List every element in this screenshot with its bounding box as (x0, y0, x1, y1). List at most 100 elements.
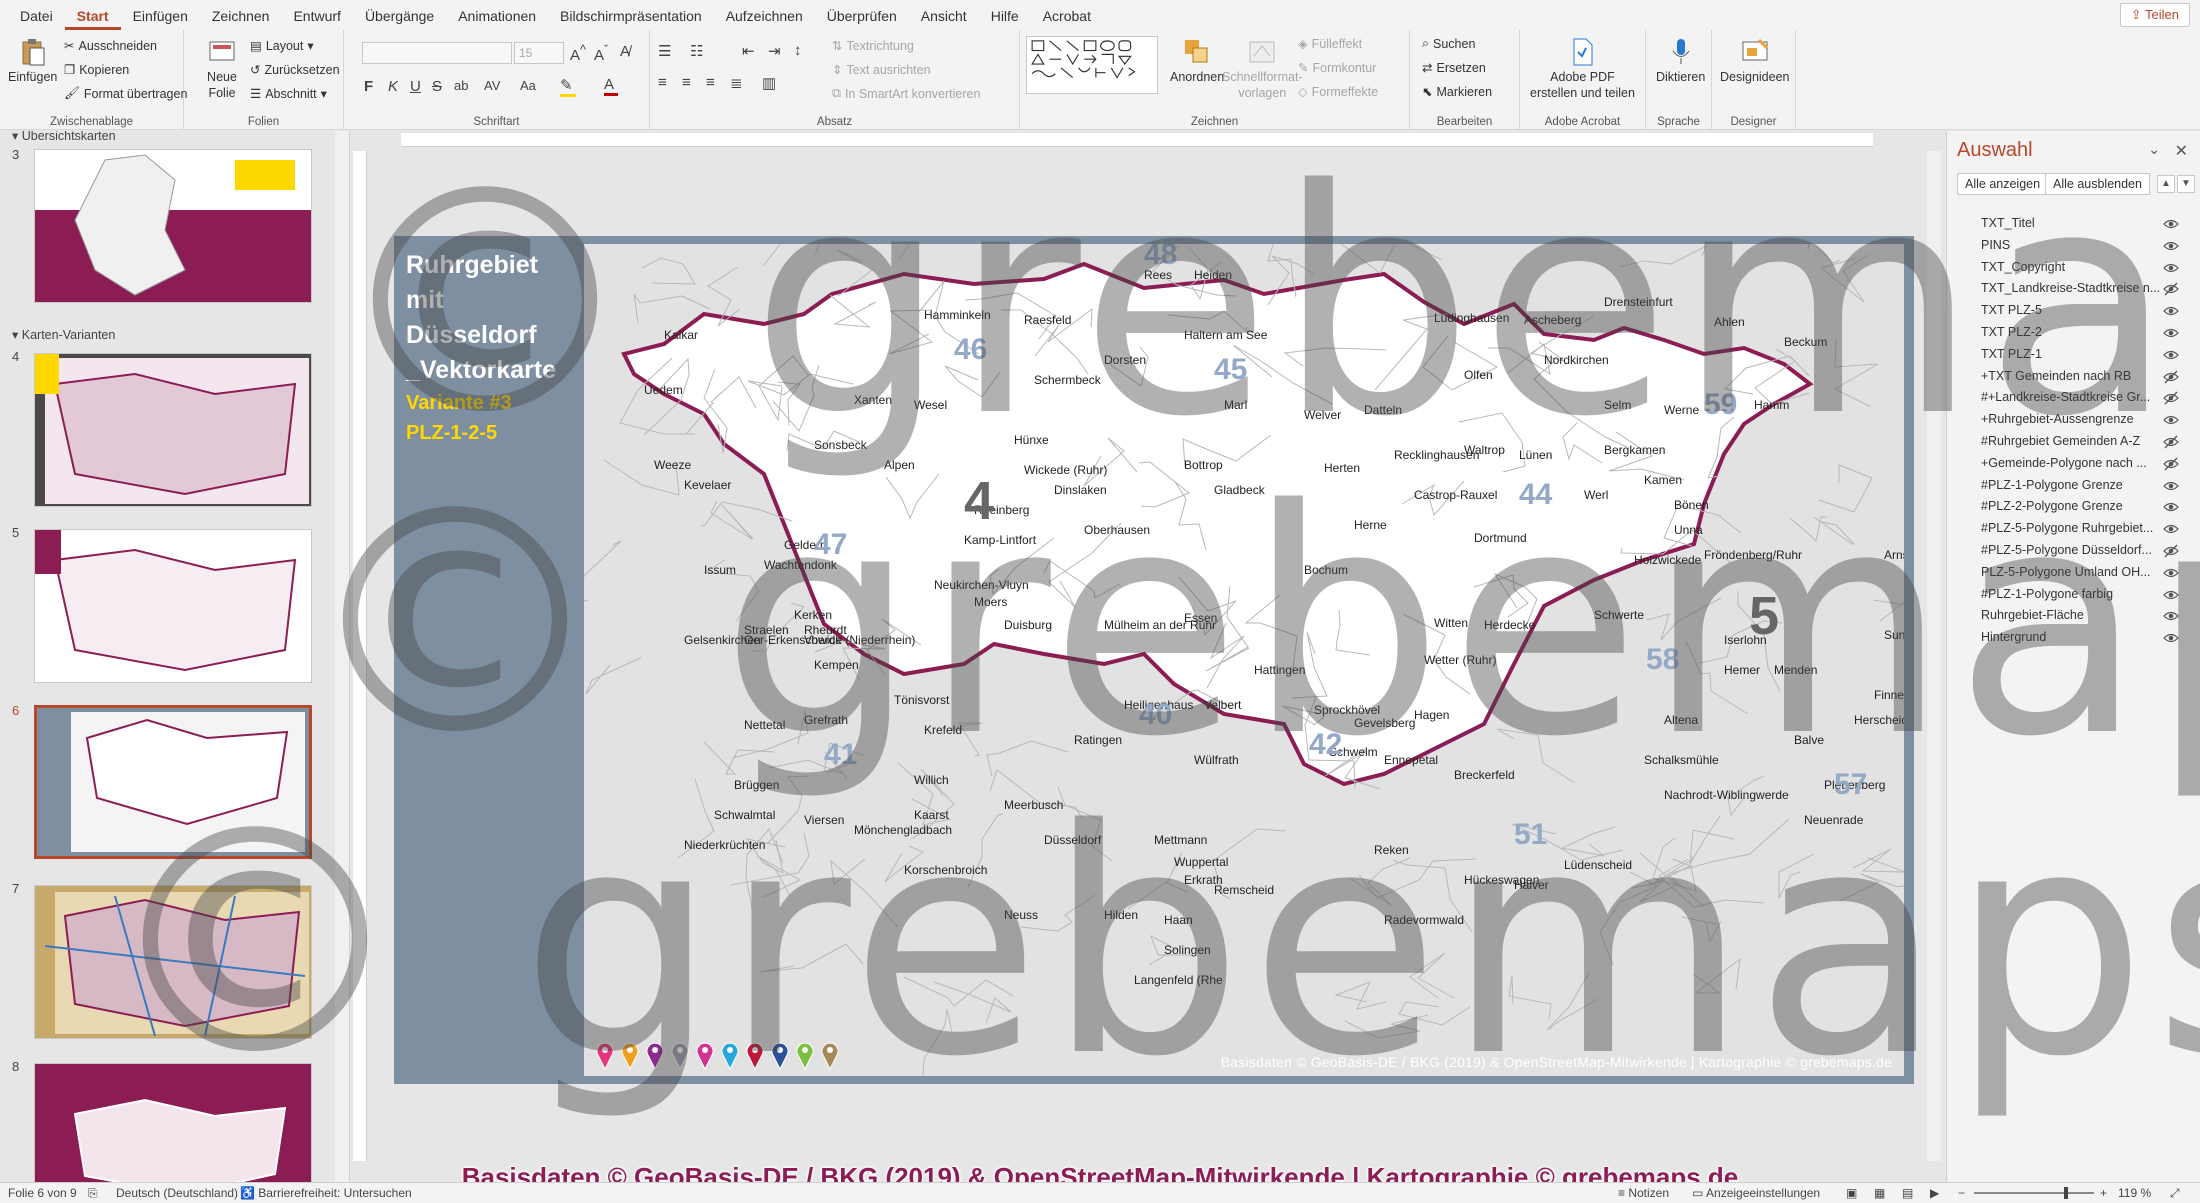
slide-thumbnail-7[interactable] (34, 885, 312, 1039)
zoom-slider[interactable] (1974, 1192, 2094, 1194)
map-pin-icon[interactable] (719, 1040, 741, 1070)
columns-icon[interactable]: ▥ (762, 74, 776, 92)
eye-icon[interactable] (2163, 479, 2179, 493)
eye-icon[interactable] (2163, 348, 2179, 362)
selection-item[interactable]: #PLZ-5-Polygone Düsseldorf... (1947, 540, 2200, 562)
shape-outline-button[interactable]: ✎ Formkontur (1298, 60, 1376, 76)
eye-icon[interactable] (2163, 588, 2179, 602)
selection-item[interactable]: TXT PLZ-5 (1947, 300, 2200, 322)
indent-increase-icon[interactable]: ⇥ (768, 42, 781, 60)
map-area[interactable]: Hamminkeln Raesfeld Dorsten Haltern am See L… (584, 244, 1904, 1076)
eye-icon[interactable] (2163, 326, 2179, 340)
eye-icon[interactable] (2163, 413, 2179, 427)
eye-hidden-icon[interactable] (2163, 282, 2179, 296)
eye-icon[interactable] (2163, 566, 2179, 580)
eye-icon[interactable] (2163, 522, 2179, 536)
text-direction-button[interactable]: ⇅ Textrichtung (832, 38, 914, 54)
share-button[interactable]: ⇪ Teilen (2119, 3, 2190, 27)
italic-button[interactable]: K (388, 78, 398, 95)
menu-tab[interactable]: Entwurf (281, 8, 352, 30)
bring-forward-icon[interactable]: ▲ (2157, 175, 2175, 193)
map-pin-icon[interactable] (669, 1040, 691, 1070)
bullets-icon[interactable]: ☰ (658, 42, 671, 60)
cut-button[interactable]: ✂ Ausschneiden (64, 38, 157, 54)
selection-item[interactable]: #PLZ-2-Polygone Grenze (1947, 496, 2200, 518)
eye-icon[interactable] (2163, 261, 2179, 275)
selection-item[interactable]: #PLZ-5-Polygone Ruhrgebiet... (1947, 518, 2200, 540)
eye-icon[interactable] (2163, 609, 2179, 623)
map-pin-icon[interactable] (769, 1040, 791, 1070)
hide-all-button[interactable]: Alle ausblenden (2045, 173, 2150, 195)
zoom-in-icon[interactable]: + (2100, 1186, 2107, 1200)
accessibility-indicator[interactable]: ♿ Barrierefreiheit: Untersuchen (240, 1186, 412, 1200)
fit-slide-icon[interactable]: ⤢ (2170, 1186, 2180, 1201)
selection-item[interactable]: PINS (1947, 235, 2200, 257)
font-color-icon[interactable]: A (604, 76, 618, 96)
pin-legend[interactable] (594, 1040, 841, 1070)
display-settings-button[interactable]: ▭ Anzeigeeinstellungen (1692, 1186, 1820, 1200)
grow-font-icon[interactable]: A^ (570, 43, 586, 64)
selection-item[interactable]: +Gemeinde-Polygone nach ... (1947, 453, 2200, 475)
line-spacing-icon[interactable]: ↕ (794, 42, 802, 59)
smartart-button[interactable]: ⧉ In SmartArt konvertieren (832, 86, 980, 101)
menu-tab[interactable]: Datei (8, 8, 65, 30)
eye-hidden-icon[interactable] (2163, 391, 2179, 405)
reset-button[interactable]: ↺ Zurücksetzen (250, 62, 340, 78)
slide-sorter-icon[interactable]: ▦ (1874, 1186, 1885, 1200)
font-family-select[interactable] (362, 42, 512, 64)
slideshow-icon[interactable]: ▶ (1930, 1186, 1939, 1200)
shadow-button[interactable]: ab (454, 78, 468, 93)
send-backward-icon[interactable]: ▼ (2177, 175, 2195, 193)
menu-tab[interactable]: Überprüfen (815, 8, 909, 30)
selection-item[interactable]: +TXT Gemeinden nach RB (1947, 366, 2200, 388)
map-pin-icon[interactable] (794, 1040, 816, 1070)
select-button[interactable]: ⬉ Markieren (1422, 84, 1492, 100)
spacing-button[interactable]: AV (484, 78, 500, 93)
underline-button[interactable]: U (410, 78, 421, 95)
clear-format-icon[interactable]: A̸ (620, 43, 630, 60)
eye-hidden-icon[interactable] (2163, 457, 2179, 471)
align-center-icon[interactable]: ≡ (682, 74, 691, 91)
align-right-icon[interactable]: ≡ (706, 74, 715, 91)
selection-item[interactable]: TXT_Titel (1947, 213, 2200, 235)
quick-styles-button[interactable]: Schnellformat- vorlagen (1222, 36, 1303, 100)
eye-hidden-icon[interactable] (2163, 370, 2179, 384)
shape-effects-button[interactable]: ◇ Formeffekte (1298, 84, 1378, 100)
eye-icon[interactable] (2163, 239, 2179, 253)
chevron-down-icon[interactable]: ⌄ (2148, 141, 2160, 158)
arrange-button[interactable]: Anordnen (1170, 36, 1224, 84)
thumbnails-scrollbar[interactable] (335, 131, 349, 1182)
show-all-button[interactable]: Alle anzeigen (1957, 173, 2049, 195)
selection-item[interactable]: Hintergrund (1947, 627, 2200, 649)
slide-canvas[interactable]: Ruhrgebiet mit Düsseldorf _Vektorkarte V… (394, 236, 1914, 1084)
selection-item[interactable]: TXT PLZ-1 (1947, 344, 2200, 366)
eye-icon[interactable] (2163, 304, 2179, 318)
selection-item[interactable]: #Ruhrgebiet Gemeinden A-Z (1947, 431, 2200, 453)
map-pin-icon[interactable] (594, 1040, 616, 1070)
selection-item[interactable]: #PLZ-1-Polygone Grenze (1947, 475, 2200, 497)
map-pin-icon[interactable] (694, 1040, 716, 1070)
slide-thumbnail-3[interactable] (34, 149, 312, 303)
format-painter-button[interactable]: 🖌 Format übertragen (64, 86, 187, 101)
map-pin-icon[interactable] (619, 1040, 641, 1070)
paste-button[interactable]: Einfügen (8, 36, 57, 84)
editor-scrollbar[interactable] (1927, 151, 1941, 1161)
normal-view-icon[interactable]: ▣ (1846, 1186, 1857, 1200)
menu-tab[interactable]: Übergänge (353, 8, 446, 30)
copy-button[interactable]: ❐ Kopieren (64, 62, 129, 78)
slide-thumbnail-4[interactable] (34, 353, 312, 507)
find-button[interactable]: ⌕ Suchen (1422, 36, 1475, 51)
menu-tab[interactable]: Bildschirmpräsentation (548, 8, 714, 30)
align-left-icon[interactable]: ≡ (658, 74, 667, 91)
selection-item[interactable]: TXT_Copyright (1947, 257, 2200, 279)
design-ideas-button[interactable]: Designideen (1720, 36, 1790, 84)
selection-item[interactable]: #PLZ-1-Polygone farbig (1947, 584, 2200, 606)
zoom-level[interactable]: 119 % (2118, 1186, 2151, 1200)
menu-tab[interactable]: Ansicht (909, 8, 979, 30)
language-indicator[interactable]: Deutsch (Deutschland) (116, 1186, 238, 1200)
map-pin-icon[interactable] (819, 1040, 841, 1070)
menu-tab[interactable]: Einfügen (121, 8, 200, 30)
strike-button[interactable]: S (432, 78, 442, 95)
selection-item[interactable]: TXT PLZ-2 (1947, 322, 2200, 344)
menu-tab[interactable]: Animationen (446, 8, 548, 30)
